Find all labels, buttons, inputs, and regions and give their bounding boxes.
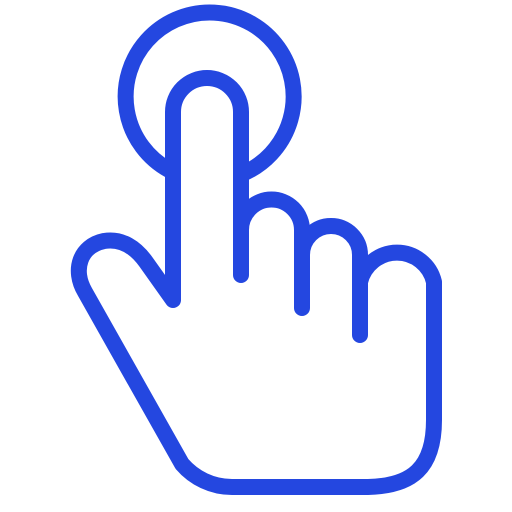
tap-gesture-icon — [70, 4, 442, 495]
icon-canvas — [0, 0, 512, 512]
tap-ripple-circle-icon — [117, 4, 302, 182]
